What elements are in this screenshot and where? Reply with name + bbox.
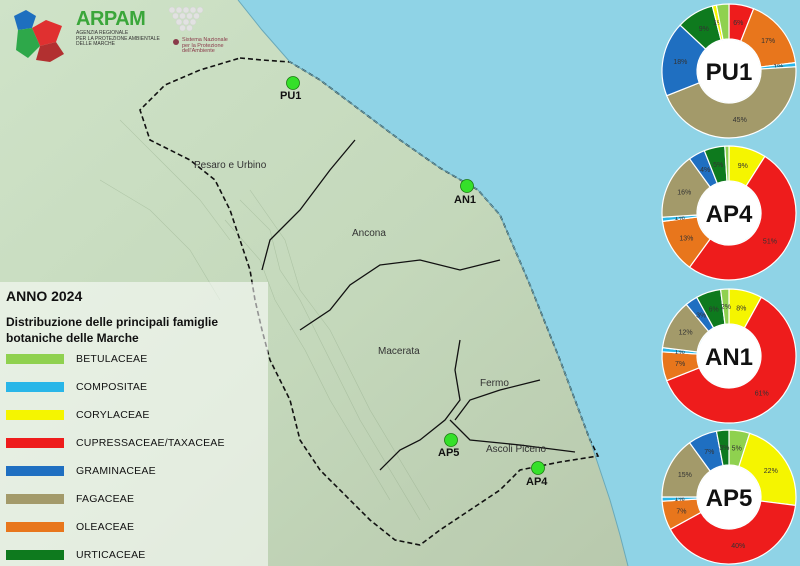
legend-item: CORYLACEAE [6, 408, 150, 422]
donut-slice-label: 5% [713, 162, 723, 169]
legend-swatch [6, 354, 64, 364]
region-label-pesaro-urbino: Pesaro e Urbino [194, 160, 267, 171]
donut-slice-label: 8% [736, 306, 746, 313]
donut-slice-label: 9% [699, 26, 709, 33]
region-label-ancona: Ancona [352, 228, 386, 239]
donut-ap4: 9%51%13%1%16%4%5%AP4 [661, 145, 797, 281]
region-label-fermo: Fermo [480, 378, 509, 389]
donut-slice-label: 40% [731, 543, 745, 550]
legend-item: OLEACEAE [6, 520, 134, 534]
donut-slice-label: 6% [709, 306, 719, 313]
donut-slice-label: 45% [733, 117, 747, 124]
legend-label: FAGACEAE [76, 493, 135, 505]
legend-year: ANNO 2024 [6, 288, 83, 304]
legend-swatch [6, 522, 64, 532]
legend-item: FAGACEAE [6, 492, 134, 506]
donut-slice-label: 7% [676, 508, 686, 515]
donut-slice-label: 6% [733, 20, 743, 27]
station-label-pu1: PU1 [280, 90, 302, 102]
donut-slice-label: 22% [764, 468, 778, 475]
donut-slice-label: 17% [761, 38, 775, 45]
logo-title: ARPAM [76, 8, 146, 30]
legend-item: CUPRESSACEAE/TAXACEAE [6, 436, 225, 450]
snpa-line: dell'Ambiente [182, 48, 215, 54]
donut-station-title: AP5 [706, 485, 753, 512]
donut-slice-label: 3% [696, 313, 706, 320]
legend-swatch [6, 438, 64, 448]
region-label-macerata: Macerata [378, 346, 420, 357]
donut-slice-label: 2% [721, 304, 731, 311]
legend-label: CUPRESSACEAE/TAXACEAE [76, 437, 225, 449]
legend-swatch [6, 494, 64, 504]
donut-station-title: PU1 [706, 59, 753, 86]
snpa-logo-text: Sistema Nazionale per la Protezione dell… [182, 37, 242, 55]
legend-label: URTICACEAE [76, 549, 146, 561]
station-label-ap4: AP4 [526, 476, 548, 488]
donut-slice-label: 61% [755, 391, 769, 398]
legend-subtitle: Distribuzione delle principali famiglie … [6, 315, 219, 345]
donut-slice-label: 5% [732, 446, 742, 453]
station-an1-marker[interactable] [460, 179, 474, 193]
region-label-ascoli-piceno: Ascoli Piceno [486, 444, 547, 455]
donut-slice-label: 16% [677, 189, 691, 196]
legend-label: OLEACEAE [76, 521, 135, 533]
donut-slice-label: 51% [763, 238, 777, 245]
legend-item: BETULACEAE [6, 352, 147, 366]
arpam-logo: ARPAM AGENZIA REGIONALE PER LA PROTEZION… [76, 8, 186, 48]
donut-station-title: AP4 [706, 201, 753, 228]
legend-label: BETULACEAE [76, 353, 148, 365]
legend-label: CORYLACEAE [76, 409, 150, 421]
station-pu1-marker[interactable] [286, 76, 300, 90]
legend-swatch [6, 410, 64, 420]
legend-item: GRAMINACEAE [6, 464, 156, 478]
donut-slice-label: 12% [679, 330, 693, 337]
donut-slice-label: 7% [704, 449, 714, 456]
legend-swatch [6, 466, 64, 476]
donut-slice-label: 13% [679, 236, 693, 243]
legend-item: URTICACEAE [6, 548, 146, 562]
station-ap4-marker[interactable] [531, 461, 545, 475]
logo-subtitle: AGENZIA REGIONALE PER LA PROTEZIONE AMBI… [76, 30, 186, 48]
donut-ap5: 5%22%40%7%1%15%7%3%AP5 [661, 429, 797, 565]
station-label-ap5: AP5 [438, 447, 460, 459]
station-label-an1: AN1 [454, 194, 477, 206]
logo-subtitle-line: DELLE MARCHE [76, 41, 115, 47]
donut-slice-label: 15% [678, 472, 692, 479]
donut-an1: 8%61%7%1%12%3%6% 2%AN1 [661, 288, 797, 424]
donut-pu1: 6%17%1%45%18%9%1%PU1 [661, 3, 797, 139]
donut-slice-label: 9% [738, 163, 748, 170]
donut-station-title: AN1 [705, 344, 753, 371]
donut-slice-label: 4% [700, 167, 710, 174]
legend-swatch [6, 550, 64, 560]
donut-slice-label: 7% [675, 361, 685, 368]
donut-slice-label: 18% [673, 59, 687, 66]
donut-slice-label: 3% [719, 445, 729, 452]
station-ap5-marker[interactable] [444, 433, 458, 447]
legend-label: COMPOSITAE [76, 381, 148, 393]
legend-item: COMPOSITAE [6, 380, 147, 394]
legend-swatch [6, 382, 64, 392]
legend-label: GRAMINACEAE [76, 465, 156, 477]
